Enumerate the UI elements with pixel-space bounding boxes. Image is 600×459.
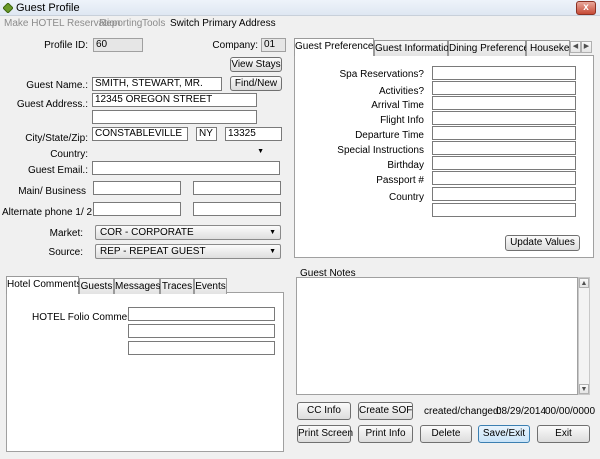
market-value: COR - CORPORATE [100, 227, 194, 238]
close-icon: x [583, 2, 589, 13]
menu-switch-primary-address[interactable]: Switch Primary Address [170, 18, 276, 29]
folio-comment-line3[interactable] [128, 341, 275, 355]
pref-label-spa: Spa Reservations? [339, 69, 425, 80]
business-phone-field[interactable] [193, 181, 281, 195]
pref-label-special-instructions: Special Instructions [337, 145, 424, 156]
guest-notes-textarea[interactable] [296, 277, 578, 395]
tab-dining-preferences[interactable]: Dining Preferences [448, 40, 534, 56]
app-icon [3, 3, 13, 13]
pref-field-country[interactable] [432, 187, 576, 201]
print-info-button[interactable]: Print Info [358, 425, 413, 443]
chevron-down-icon: ▼ [580, 386, 588, 393]
view-stays-button[interactable]: View Stays [230, 57, 282, 72]
country-select[interactable]: ▼ [92, 145, 268, 159]
address-line1-field[interactable]: 12345 OREGON STREET [92, 93, 257, 107]
tab-scroll-left-button[interactable]: ◀ [570, 41, 581, 53]
pref-field-special-instructions[interactable] [432, 141, 576, 155]
folio-comment-label: HOTEL Folio Comment: [32, 312, 139, 323]
notes-scroll-up-button[interactable]: ▲ [579, 278, 589, 288]
pref-label-activities: Activities? [378, 86, 424, 97]
tab-guest-information[interactable]: Guest Information [374, 40, 454, 56]
chevron-down-icon: ▼ [269, 229, 276, 236]
guest-name-label: Guest Name.: [26, 80, 88, 91]
pref-label-arrival-time: Arrival Time [371, 100, 424, 111]
country-label: Country: [50, 149, 88, 160]
tab-scroll-right-button[interactable]: ▶ [581, 41, 592, 53]
tab-guest-preferences[interactable]: Guest Preferences [294, 38, 378, 56]
pref-field-passport[interactable] [432, 171, 576, 185]
created-changed-label: created/changed: [424, 406, 502, 417]
tab-traces[interactable]: Traces [160, 278, 194, 294]
close-button[interactable]: x [576, 1, 596, 15]
market-select[interactable]: COR - CORPORATE ▼ [95, 225, 281, 240]
menu-reporting[interactable]: Reporting [99, 18, 142, 29]
folio-comment-line2[interactable] [128, 324, 275, 338]
pref-field-departure-time[interactable] [432, 126, 576, 140]
tab-messages[interactable]: Messages [114, 278, 161, 294]
folio-comment-line1[interactable] [128, 307, 275, 321]
pref-field-flight-info[interactable] [432, 111, 576, 125]
source-select[interactable]: REP - REPEAT GUEST ▼ [95, 244, 281, 259]
pref-label-country: Country [388, 192, 424, 203]
profile-id-field: 60 [93, 38, 143, 52]
chevron-up-icon: ▲ [580, 280, 588, 287]
notes-scroll-down-button[interactable]: ▼ [579, 384, 589, 394]
address-line2-field[interactable] [92, 110, 257, 124]
pref-field-spa[interactable] [432, 66, 576, 80]
pref-field-extra[interactable] [432, 203, 576, 217]
notes-scrollbar[interactable] [578, 277, 590, 395]
company-label: Company: [212, 40, 258, 51]
main-business-label: Main/ Business [18, 186, 86, 197]
city-field[interactable]: CONSTABLEVILLE [92, 127, 188, 141]
pref-field-arrival-time[interactable] [432, 96, 576, 110]
alternate-phone-label: Alternate phone 1/ 2: [2, 207, 95, 218]
chevron-left-icon: ◀ [572, 43, 579, 50]
zip-field[interactable]: 13325 [225, 127, 282, 141]
profile-id-label: Profile ID: [44, 40, 88, 51]
save-exit-button[interactable]: Save/Exit [478, 425, 530, 443]
chevron-down-icon: ▼ [257, 148, 264, 155]
pref-label-departure-time: Departure Time [355, 130, 424, 141]
chevron-down-icon: ▼ [269, 248, 276, 255]
market-label: Market: [49, 228, 83, 239]
alt-phone1-field[interactable] [93, 202, 181, 216]
window-title: Guest Profile [16, 2, 80, 14]
city-state-zip-label: City/State/Zip: [25, 133, 88, 144]
alt-phone2-field[interactable] [193, 202, 281, 216]
tab-hotel-comments[interactable]: Hotel Comments [6, 276, 81, 294]
created-date: 08/29/2014 [496, 406, 547, 417]
cc-info-button[interactable]: CC Info [297, 402, 351, 420]
guest-email-field[interactable] [92, 161, 280, 175]
guest-email-label: Guest Email.: [27, 165, 88, 176]
tab-housekeeping[interactable]: Housekee [526, 40, 575, 56]
pref-label-flight-info: Flight Info [380, 115, 424, 126]
title-bar [0, 0, 600, 16]
pref-label-passport: Passport # [376, 175, 424, 186]
state-field[interactable]: NY [196, 127, 217, 141]
pref-field-activities[interactable] [432, 81, 576, 95]
company-field: 01 [261, 38, 286, 52]
guest-address-label: Guest Address.: [16, 99, 88, 110]
source-value: REP - REPEAT GUEST [100, 246, 206, 257]
pref-label-birthday: Birthday [387, 160, 424, 171]
chevron-right-icon: ▶ [583, 43, 590, 50]
source-label: Source: [48, 247, 83, 258]
tab-events[interactable]: Events [194, 278, 227, 294]
menu-tools[interactable]: Tools [142, 18, 165, 29]
changed-date: 00/00/0000 [545, 406, 596, 417]
main-phone-field[interactable] [93, 181, 181, 195]
delete-button[interactable]: Delete [420, 425, 472, 443]
pref-field-birthday[interactable] [432, 156, 576, 170]
tab-guests[interactable]: Guests [79, 278, 114, 294]
update-values-button[interactable]: Update Values [505, 235, 580, 251]
exit-button[interactable]: Exit [537, 425, 590, 443]
guest-name-field[interactable]: SMITH, STEWART, MR. [92, 77, 222, 91]
print-screen-button[interactable]: Print Screen [297, 425, 353, 443]
find-new-button[interactable]: Find/New [230, 76, 282, 91]
create-sof-button[interactable]: Create SOF [358, 402, 413, 420]
